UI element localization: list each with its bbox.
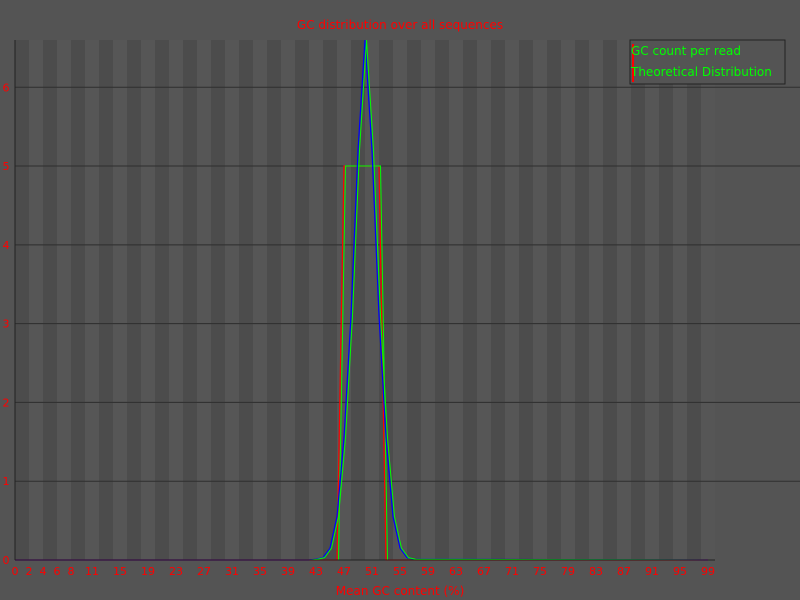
x-tick-label: 87 xyxy=(617,565,631,578)
x-tick-label: 31 xyxy=(225,565,239,578)
column-stripe xyxy=(29,40,43,560)
x-tick-label: 55 xyxy=(393,565,407,578)
x-tick-label: 39 xyxy=(281,565,295,578)
x-tick-label: 75 xyxy=(533,565,547,578)
legend: GC count per read Theoretical Distributi… xyxy=(629,39,786,85)
y-tick-label: 2 xyxy=(3,396,10,409)
x-tick-label: 43 xyxy=(309,565,323,578)
x-tick-label: 2 xyxy=(26,565,33,578)
y-tick-label: 0 xyxy=(3,554,10,567)
column-stripe xyxy=(309,40,323,560)
x-tick-label: 99 xyxy=(701,565,715,578)
y-tick-label: 5 xyxy=(3,160,10,173)
column-stripe xyxy=(337,40,351,560)
x-tick-label: 0 xyxy=(12,565,19,578)
x-tick-label: 11 xyxy=(85,565,99,578)
column-stripe xyxy=(477,40,491,560)
column-stripe xyxy=(505,40,519,560)
x-tick-label: 47 xyxy=(337,565,351,578)
x-tick-label: 59 xyxy=(421,565,435,578)
x-tick-label: 15 xyxy=(113,565,127,578)
legend-label-theoretical: Theoretical Distribution xyxy=(630,65,772,79)
column-stripe xyxy=(393,40,407,560)
x-tick-label: 71 xyxy=(505,565,519,578)
x-tick-label: 91 xyxy=(645,565,659,578)
column-stripe xyxy=(561,40,575,560)
chart-title: GC distribution over all sequences xyxy=(297,18,503,32)
column-stripe xyxy=(141,40,155,560)
column-stripe xyxy=(589,40,603,560)
y-tick-label: 3 xyxy=(3,318,10,331)
column-stripe xyxy=(169,40,183,560)
y-tick-label: 6 xyxy=(3,81,10,94)
x-tick-label: 6 xyxy=(54,565,61,578)
column-stripe xyxy=(225,40,239,560)
x-tick-label: 83 xyxy=(589,565,603,578)
x-tick-label: 35 xyxy=(253,565,267,578)
column-stripe xyxy=(365,40,379,560)
column-stripe xyxy=(57,40,71,560)
column-stripe xyxy=(253,40,267,560)
column-stripe xyxy=(281,40,295,560)
column-stripe xyxy=(645,40,659,560)
gc-distribution-chart: 0 2 4 6 8 11 15 19 23 27 31 35 39 43 47 51 55 59 63 67 71 75 7… xyxy=(0,0,800,600)
x-tick-label: 8 xyxy=(68,565,75,578)
column-stripe xyxy=(197,40,211,560)
column-stripe xyxy=(701,40,715,560)
column-stripe xyxy=(113,40,127,560)
x-axis-label: Mean GC content (%) xyxy=(336,584,465,598)
x-tick-label: 23 xyxy=(169,565,183,578)
x-tick-label: 4 xyxy=(40,565,47,578)
y-tick-label: 1 xyxy=(3,475,10,488)
x-tick-label: 67 xyxy=(477,565,491,578)
x-tick-label: 51 xyxy=(365,565,379,578)
column-stripe xyxy=(673,40,687,560)
column-stripe xyxy=(617,40,631,560)
y-tick-label: 4 xyxy=(3,239,10,252)
column-stripe xyxy=(421,40,435,560)
column-stripe xyxy=(85,40,99,560)
x-tick-label: 95 xyxy=(673,565,687,578)
legend-label-gc-count: GC count per read xyxy=(631,44,741,58)
x-tick-label: 63 xyxy=(449,565,463,578)
column-stripe xyxy=(533,40,547,560)
x-tick-label: 79 xyxy=(561,565,575,578)
column-stripe xyxy=(449,40,463,560)
x-tick-label: 19 xyxy=(141,565,155,578)
x-tick-label: 27 xyxy=(197,565,211,578)
